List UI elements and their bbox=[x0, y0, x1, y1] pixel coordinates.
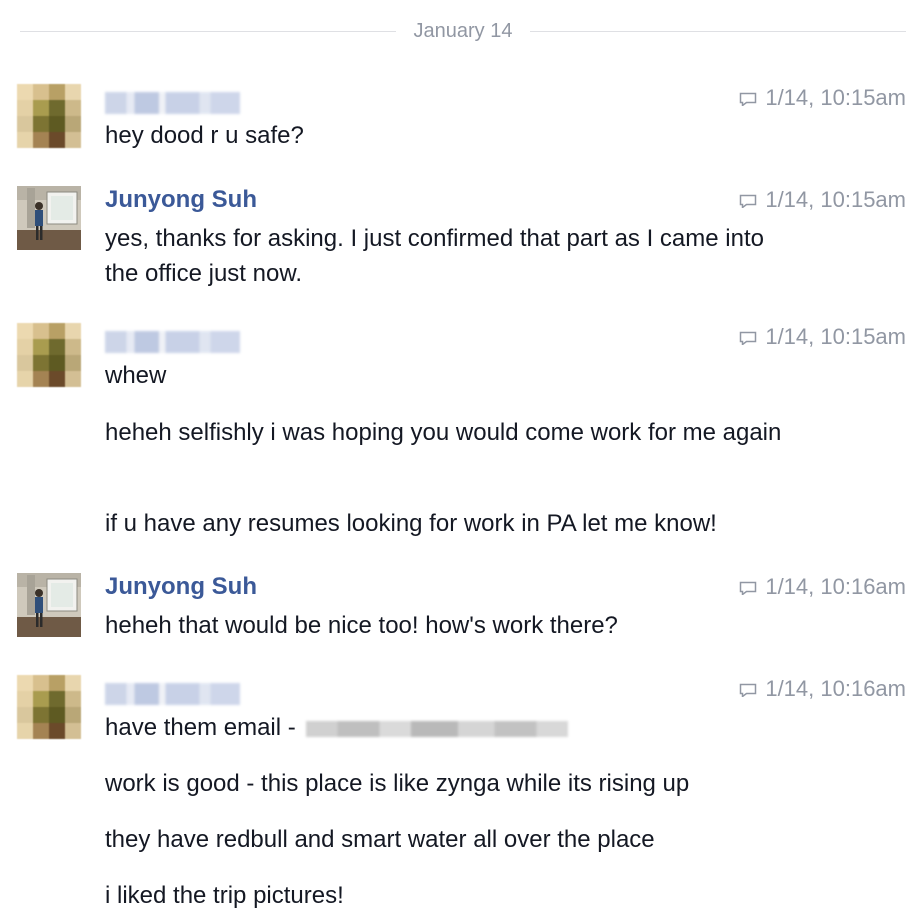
avatar-pixel bbox=[49, 691, 65, 707]
timestamp[interactable]: 1/14, 10:16am bbox=[739, 573, 906, 601]
avatar-pixel bbox=[17, 132, 33, 148]
avatar-pixel bbox=[33, 84, 49, 100]
message-text: they have redbull and smart water all ov… bbox=[105, 826, 655, 853]
avatar-pixel bbox=[17, 371, 33, 387]
date-divider: January 14 bbox=[20, 20, 906, 42]
message-bubble-icon bbox=[739, 324, 757, 346]
avatar-pixel bbox=[33, 116, 49, 132]
avatar-pixel bbox=[17, 100, 33, 116]
avatar-pixel bbox=[65, 371, 81, 387]
sender-name-blurred[interactable] bbox=[105, 683, 240, 705]
avatar-pixel bbox=[17, 84, 33, 100]
avatar-pixel bbox=[17, 323, 33, 339]
message-bubble-icon bbox=[739, 85, 757, 107]
avatar-pixel bbox=[17, 355, 33, 371]
timestamp[interactable]: 1/14, 10:15am bbox=[739, 186, 906, 214]
message-text: hey dood r u safe? bbox=[105, 122, 304, 149]
avatar-pixel bbox=[65, 116, 81, 132]
sender-name-blurred[interactable] bbox=[105, 92, 240, 114]
avatar-pixel bbox=[65, 707, 81, 723]
email-redacted bbox=[306, 720, 569, 737]
timestamp-text: 1/14, 10:15am bbox=[765, 187, 906, 212]
avatar-pixel bbox=[17, 116, 33, 132]
message-bubble-icon bbox=[739, 676, 757, 698]
avatar-pixel bbox=[65, 84, 81, 100]
avatar-pixel bbox=[33, 691, 49, 707]
avatar-pixel bbox=[17, 675, 33, 691]
avatar-pixel bbox=[49, 675, 65, 691]
timestamp-text: 1/14, 10:15am bbox=[765, 85, 906, 110]
avatar-pixel bbox=[33, 371, 49, 387]
avatar-pixel bbox=[65, 323, 81, 339]
avatar[interactable] bbox=[17, 323, 81, 387]
avatar-pixel bbox=[33, 100, 49, 116]
timestamp-text: 1/14, 10:16am bbox=[765, 676, 906, 701]
avatar-pixel bbox=[17, 691, 33, 707]
avatar-pixel bbox=[65, 339, 81, 355]
avatar-pixel bbox=[33, 707, 49, 723]
avatar-pixel bbox=[49, 355, 65, 371]
avatar-pixel bbox=[33, 339, 49, 355]
sender-name[interactable]: Junyong Suh bbox=[105, 573, 257, 601]
message-text: heheh that would be nice too! how's work… bbox=[105, 612, 618, 639]
message-text: heheh selfishly i was hoping you would c… bbox=[105, 419, 782, 446]
avatar-pixel bbox=[49, 323, 65, 339]
avatar-pixel bbox=[33, 355, 49, 371]
message-text: if u have any resumes looking for work i… bbox=[105, 510, 717, 537]
avatar[interactable] bbox=[17, 573, 81, 637]
avatar-pixel bbox=[33, 723, 49, 739]
avatar-pixel bbox=[65, 691, 81, 707]
timestamp-text: 1/14, 10:15am bbox=[765, 324, 906, 349]
message-text: yes, thanks for asking. I just confirmed… bbox=[105, 225, 764, 287]
sender-name-blurred[interactable] bbox=[105, 331, 240, 353]
message-bubble-icon bbox=[739, 187, 757, 209]
timestamp[interactable]: 1/14, 10:15am bbox=[739, 323, 906, 351]
avatar-pixel bbox=[65, 355, 81, 371]
message-text: whew bbox=[105, 362, 167, 389]
avatar-pixel bbox=[49, 723, 65, 739]
date-label: January 14 bbox=[413, 20, 513, 42]
avatar-pixel bbox=[65, 675, 81, 691]
avatar-pixel bbox=[65, 100, 81, 116]
avatar-pixel bbox=[49, 132, 65, 148]
avatar-pixel bbox=[65, 132, 81, 148]
message-text: have them email - bbox=[105, 710, 795, 745]
avatar-pixel bbox=[49, 116, 65, 132]
message-text: work is good - this place is like zynga … bbox=[105, 770, 690, 797]
avatar-pixel bbox=[49, 707, 65, 723]
avatar-pixel bbox=[33, 132, 49, 148]
timestamp[interactable]: 1/14, 10:15am bbox=[739, 84, 906, 112]
avatar[interactable] bbox=[17, 675, 81, 739]
profile-photo-icon bbox=[17, 573, 81, 637]
avatar-pixel bbox=[33, 675, 49, 691]
profile-photo-icon bbox=[17, 186, 81, 250]
message-text-span: have them email - bbox=[105, 714, 296, 741]
message-text: i liked the trip pictures! bbox=[105, 882, 344, 909]
avatar-pixel bbox=[49, 339, 65, 355]
timestamp-text: 1/14, 10:16am bbox=[765, 574, 906, 599]
avatar-pixel bbox=[33, 323, 49, 339]
sender-name[interactable]: Junyong Suh bbox=[105, 186, 257, 214]
avatar-pixel bbox=[49, 84, 65, 100]
avatar[interactable] bbox=[17, 84, 81, 148]
avatar-pixel bbox=[49, 371, 65, 387]
avatar-pixel bbox=[17, 339, 33, 355]
avatar[interactable] bbox=[17, 186, 81, 250]
avatar-pixel bbox=[17, 707, 33, 723]
avatar-pixel bbox=[65, 723, 81, 739]
timestamp[interactable]: 1/14, 10:16am bbox=[739, 675, 906, 703]
avatar-pixel bbox=[17, 723, 33, 739]
avatar-pixel bbox=[49, 100, 65, 116]
message-bubble-icon bbox=[739, 574, 757, 596]
